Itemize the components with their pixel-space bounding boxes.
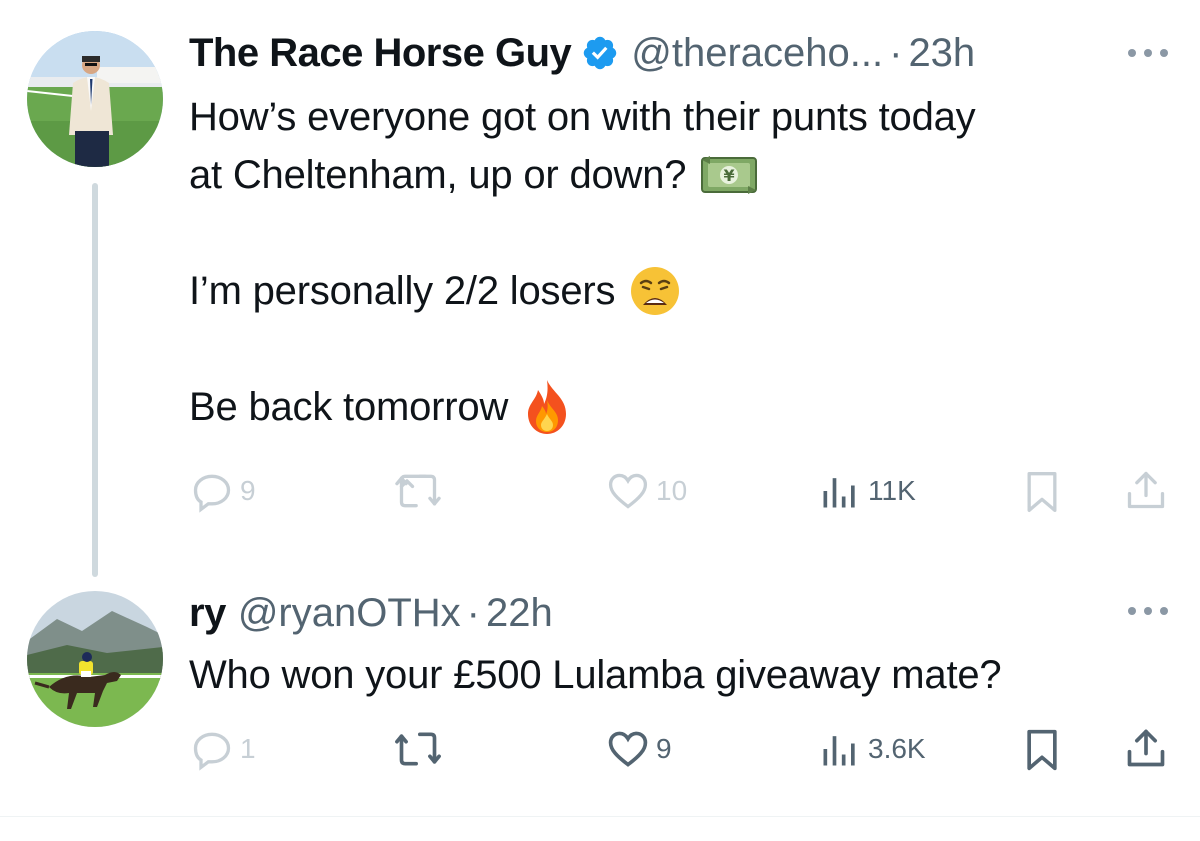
bookmark-button[interactable]: [1022, 728, 1062, 772]
reply-count: 9: [240, 475, 256, 506]
avatar-the-race-horse-guy[interactable]: [27, 31, 163, 167]
like-count: 9: [656, 733, 672, 764]
share-button[interactable]: [1124, 468, 1168, 512]
views-bar-chart-icon: [823, 478, 855, 508]
display-name[interactable]: The Race Horse Guy: [189, 28, 572, 78]
tweet-header: ry @ryanOTHx · 22h: [189, 588, 553, 638]
views-button[interactable]: 11K: [818, 469, 916, 513]
heart-icon: [608, 731, 648, 767]
tweet-text: Who won your £500 Lulamba giveaway mate?: [189, 646, 1002, 704]
tweet-line: How’s everyone got on with their punts t…: [189, 88, 976, 146]
retweet-icon: [395, 474, 441, 508]
reply-count: 1: [240, 733, 256, 764]
timestamp[interactable]: 23h: [908, 28, 975, 78]
share-icon: [1127, 729, 1165, 767]
weary-face-emoji-icon: [631, 267, 680, 315]
retweet-button[interactable]: [394, 469, 442, 513]
view-count: 11K: [868, 475, 916, 506]
retweet-icon: [395, 732, 441, 766]
svg-text:¥: ¥: [724, 166, 735, 185]
tweet-text: How’s everyone got on with their punts t…: [189, 88, 976, 436]
reply-button[interactable]: 1: [190, 727, 256, 771]
fire-emoji-icon: [528, 380, 567, 434]
like-button[interactable]: 10: [606, 469, 687, 513]
more-options-icon[interactable]: [1128, 606, 1168, 616]
tweet-text-line-1: How’s everyone got on with their punts t…: [189, 95, 976, 139]
reply-icon: [193, 732, 231, 771]
reply-icon: [193, 474, 231, 513]
like-button[interactable]: 9: [606, 727, 672, 771]
display-name[interactable]: ry: [189, 588, 226, 638]
retweet-button[interactable]: [394, 727, 442, 771]
view-count: 3.6K: [868, 733, 926, 764]
tweet-text-line-4: Be back tomorrow: [189, 385, 509, 429]
user-handle[interactable]: @theraceho...: [631, 28, 883, 78]
tweet-line: at Cheltenham, up or down? ¥: [189, 146, 975, 204]
avatar-ry[interactable]: [27, 591, 163, 727]
thread-connector-line: [92, 183, 98, 577]
separator-dot: ·: [889, 31, 903, 75]
user-handle[interactable]: @ryanOTHx: [238, 588, 461, 638]
divider: [0, 816, 1200, 817]
tweet-line: Be back tomorrow: [189, 378, 975, 436]
more-options-icon[interactable]: [1128, 48, 1168, 58]
share-button[interactable]: [1124, 726, 1168, 770]
like-count: 10: [656, 475, 688, 506]
timestamp[interactable]: 22h: [486, 588, 553, 638]
tweet-text-line-3: I’m personally 2/2 losers: [189, 269, 616, 313]
heart-icon: [608, 473, 648, 509]
verified-badge-icon[interactable]: [581, 34, 619, 72]
tweet-text-line-1: Who won your £500 Lulamba giveaway mate?: [189, 653, 1002, 697]
share-icon: [1127, 471, 1165, 509]
reply-button[interactable]: 9: [190, 469, 256, 513]
separator-dot: ·: [466, 591, 480, 635]
tweet-line: I’m personally 2/2 losers: [189, 262, 975, 320]
views-bar-chart-icon: [823, 736, 855, 766]
tweet-header: The Race Horse Guy @theraceho... · 23h: [189, 28, 975, 78]
bookmark-icon: [1027, 472, 1057, 512]
views-button[interactable]: 3.6K: [818, 727, 926, 771]
bookmark-icon: [1027, 729, 1057, 771]
money-with-wings-emoji-icon: ¥: [701, 156, 758, 194]
bookmark-button[interactable]: [1022, 470, 1062, 514]
tweet-text-line-2: at Cheltenham, up or down?: [189, 153, 687, 197]
